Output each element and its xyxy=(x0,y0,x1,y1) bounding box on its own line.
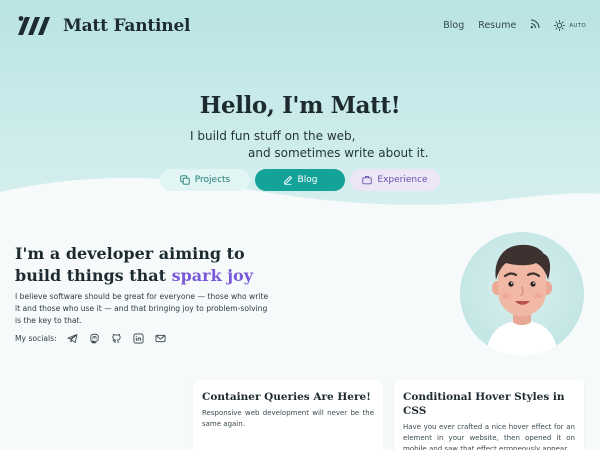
main-nav: Blog Resume AUTO xyxy=(443,19,586,32)
theme-label: AUTO xyxy=(569,22,586,29)
post-card-title: Container Queries Are Here! xyxy=(202,391,371,403)
linkedin-icon[interactable] xyxy=(133,332,145,344)
theme-toggle[interactable]: AUTO xyxy=(554,20,586,31)
site-header: Matt Fantinel Blog Resume AUTO xyxy=(0,0,600,52)
blog-button[interactable]: Blog xyxy=(255,169,345,191)
briefcase-icon xyxy=(362,175,373,185)
logo-icon xyxy=(18,16,50,35)
sun-icon xyxy=(554,20,566,31)
intro-body: I believe software should be great for e… xyxy=(15,292,269,325)
post-card[interactable]: Conditional Hover Styles in CSS Have you… xyxy=(394,380,584,450)
socials-row: My socials: xyxy=(15,332,167,344)
pencil-icon xyxy=(283,176,292,185)
github-icon[interactable] xyxy=(111,332,123,344)
socials-label: My socials: xyxy=(15,333,57,343)
intro-heading: I'm a developer aiming to build things t… xyxy=(15,243,295,287)
projects-button-label: Projects xyxy=(194,175,231,185)
hero-title: Hello, I'm Matt! xyxy=(199,92,401,119)
email-icon[interactable] xyxy=(155,332,167,344)
nav-blog-link[interactable]: Blog xyxy=(443,20,464,31)
blog-button-label: Blog xyxy=(297,175,318,185)
experience-button-label: Experience xyxy=(377,175,428,185)
nav-resume-link[interactable]: Resume xyxy=(478,20,516,31)
logo-text: Matt Fantinel xyxy=(63,16,191,36)
post-card-title: Conditional Hover Styles in CSS xyxy=(403,391,565,417)
hero-tagline-line2: and sometimes write about it. xyxy=(248,146,429,160)
mastodon-icon[interactable] xyxy=(89,332,101,344)
projects-icon xyxy=(180,175,190,185)
projects-button[interactable]: Projects xyxy=(160,169,250,191)
post-card-excerpt: Have you ever crafted a nice hover effec… xyxy=(403,423,575,450)
hero-tagline-line1: I build fun stuff on the web, xyxy=(190,129,356,143)
rss-icon[interactable] xyxy=(530,19,540,32)
post-card[interactable]: Container Queries Are Here! Responsive w… xyxy=(193,380,383,450)
intro-heading-highlight: spark joy xyxy=(171,266,253,285)
avatar-illustration xyxy=(486,244,558,356)
experience-button[interactable]: Experience xyxy=(350,169,440,191)
telegram-icon[interactable] xyxy=(67,332,79,344)
site-logo[interactable]: Matt Fantinel xyxy=(15,14,191,38)
post-card-excerpt: Responsive web development will never be… xyxy=(202,409,374,428)
avatar xyxy=(460,232,584,356)
